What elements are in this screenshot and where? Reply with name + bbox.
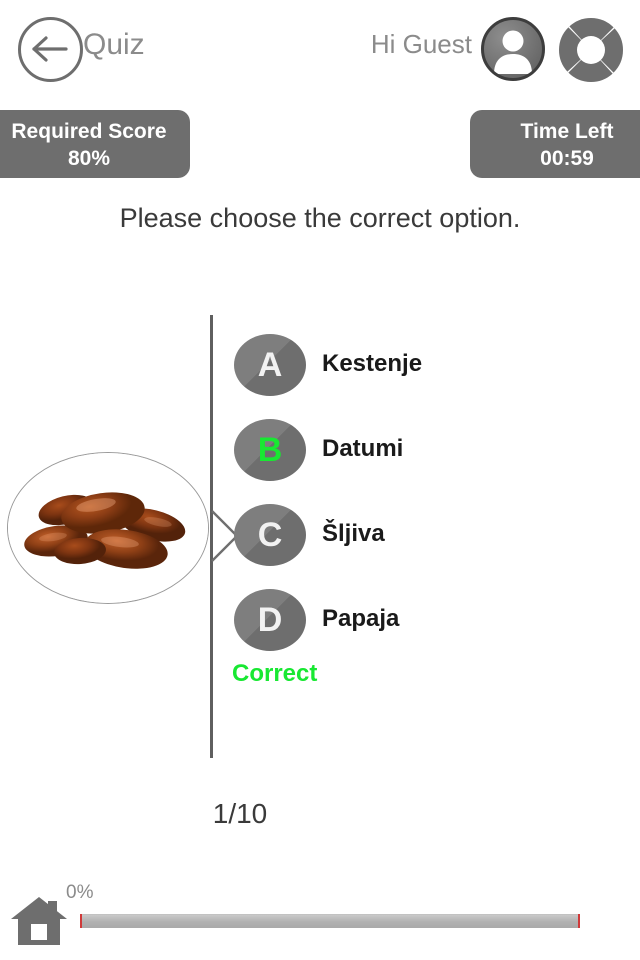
home-icon[interactable] — [10, 893, 68, 948]
progress-percent-label: 0% — [66, 882, 94, 903]
option-row[interactable]: B Datumi — [234, 419, 634, 504]
option-d-text[interactable]: Papaja — [322, 605, 399, 633]
question-prompt: Please choose the correct option. — [119, 203, 521, 233]
quiz-screen: Quiz Hi Guest Required Score 80% Time Le… — [0, 0, 640, 960]
option-a-text[interactable]: Kestenje — [322, 350, 422, 378]
time-left-value: 00:59 — [540, 147, 594, 170]
question-image — [7, 452, 209, 604]
option-row[interactable]: C Šljiva — [234, 504, 634, 589]
page-title: Quiz — [83, 28, 145, 61]
required-score-label: Required Score — [11, 120, 167, 143]
time-left-badge: Time Left 00:59 — [470, 110, 640, 178]
app-header: Quiz Hi Guest — [0, 0, 640, 96]
option-c-text[interactable]: Šljiva — [322, 520, 385, 548]
required-score-badge: Required Score 80% — [0, 110, 190, 178]
option-d-letter: D — [257, 601, 283, 639]
answer-verdict-label: Correct — [232, 660, 318, 687]
option-row[interactable]: A Kestenje — [234, 334, 634, 419]
progress-bar-start-marker — [80, 914, 82, 928]
required-score-value: 80% — [67, 147, 111, 170]
greeting-label: Hi Guest — [370, 29, 472, 59]
option-c-letter: C — [257, 516, 283, 554]
question-counter: 1/10 — [212, 798, 268, 829]
options-list: A Kestenje B Datumi C Šljiva D Papaja — [234, 334, 634, 674]
option-b-text[interactable]: Datumi — [322, 435, 403, 463]
user-avatar-icon[interactable] — [481, 17, 545, 81]
time-left-label: Time Left — [520, 120, 614, 143]
segmented-donut-icon[interactable] — [558, 17, 624, 83]
back-arrow-icon[interactable] — [28, 31, 72, 67]
progress-bar-end-marker — [578, 914, 580, 928]
progress-bar[interactable] — [80, 914, 580, 928]
option-a-letter: A — [257, 346, 283, 384]
option-b-letter: B — [257, 431, 283, 469]
